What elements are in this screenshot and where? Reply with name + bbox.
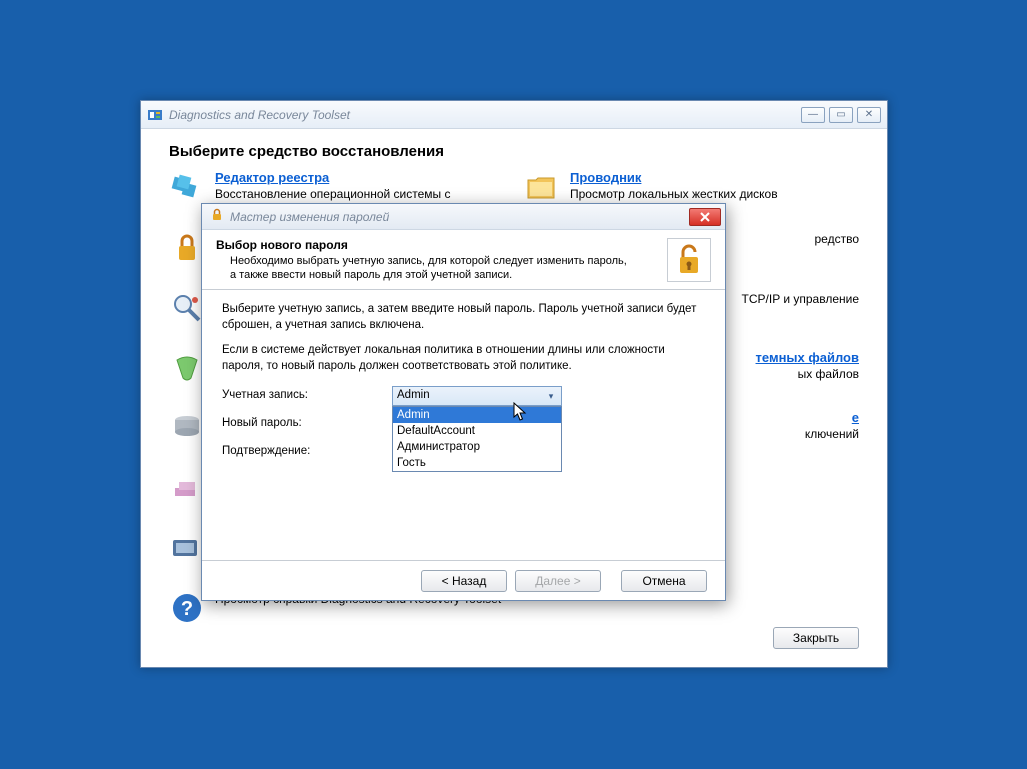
wizard-header: Выбор нового пароля Необходимо выбрать у…	[202, 230, 725, 290]
lock-icon	[210, 208, 224, 225]
main-close-button[interactable]: Закрыть	[773, 627, 859, 649]
computer-mgmt-icon	[169, 530, 205, 566]
account-combobox[interactable]: Admin ▾	[392, 386, 562, 406]
tool-link[interactable]: Проводник	[570, 170, 641, 185]
registry-icon	[169, 170, 205, 206]
wizard-paragraph-1: Выберите учетную запись, а затем введите…	[222, 302, 705, 333]
explorer-icon	[524, 170, 560, 206]
maximize-button[interactable]: ▭	[829, 107, 853, 123]
wizard-header-title: Выбор нового пароля	[216, 238, 667, 252]
wizard-paragraph-2: Если в системе действует локальная полит…	[222, 343, 705, 374]
cancel-button[interactable]: Отмена	[621, 570, 707, 592]
next-button: Далее >	[515, 570, 601, 592]
minimize-button[interactable]: —	[801, 107, 825, 123]
account-option[interactable]: DefaultAccount	[393, 423, 561, 439]
main-title: Diagnostics and Recovery Toolset	[169, 108, 801, 122]
tool-link[interactable]: Редактор реестра	[215, 170, 329, 185]
back-button[interactable]: < Назад	[421, 570, 507, 592]
locksmith-icon	[169, 230, 205, 266]
close-window-button[interactable]: ✕	[857, 107, 881, 123]
account-selected-value: Admin	[397, 388, 430, 404]
app-icon	[147, 107, 163, 123]
tool-desc: Восстановление операционной системы с	[215, 187, 504, 201]
label-account: Учетная запись:	[222, 388, 392, 404]
tool-desc: Просмотр локальных жестких дисков	[570, 187, 859, 201]
wizard-footer: < Назад Далее > Отмена	[202, 560, 725, 600]
help-icon: ?	[169, 590, 205, 626]
disk-wipe-icon	[169, 350, 205, 386]
account-dropdown: Admin DefaultAccount Администратор Гость	[392, 406, 562, 472]
wizard-titlebar[interactable]: Мастер изменения паролей	[202, 204, 725, 230]
wizard-title: Мастер изменения паролей	[230, 210, 683, 224]
wizard-header-desc: Необходимо выбрать учетную запись, для к…	[230, 254, 630, 283]
solution-wizard-icon	[169, 470, 205, 506]
disk-manager-icon	[169, 410, 205, 446]
chevron-down-icon: ▾	[543, 388, 559, 404]
label-new-password: Новый пароль:	[222, 416, 392, 432]
label-confirm: Подтверждение:	[222, 444, 392, 460]
wizard-header-icon	[667, 238, 711, 282]
password-wizard-dialog: Мастер изменения паролей Выбор нового па…	[201, 203, 726, 601]
account-option[interactable]: Admin	[393, 407, 561, 423]
wizard-close-button[interactable]	[689, 208, 721, 226]
account-option[interactable]: Администратор	[393, 439, 561, 455]
wizard-body: Выберите учетную запись, а затем введите…	[202, 290, 725, 464]
disk-commander-icon	[169, 290, 205, 326]
svg-text:?: ?	[181, 598, 193, 620]
page-heading: Выберите средство восстановления	[169, 143, 859, 160]
account-option[interactable]: Гость	[393, 455, 561, 471]
main-titlebar[interactable]: Diagnostics and Recovery Toolset — ▭ ✕	[141, 101, 887, 129]
